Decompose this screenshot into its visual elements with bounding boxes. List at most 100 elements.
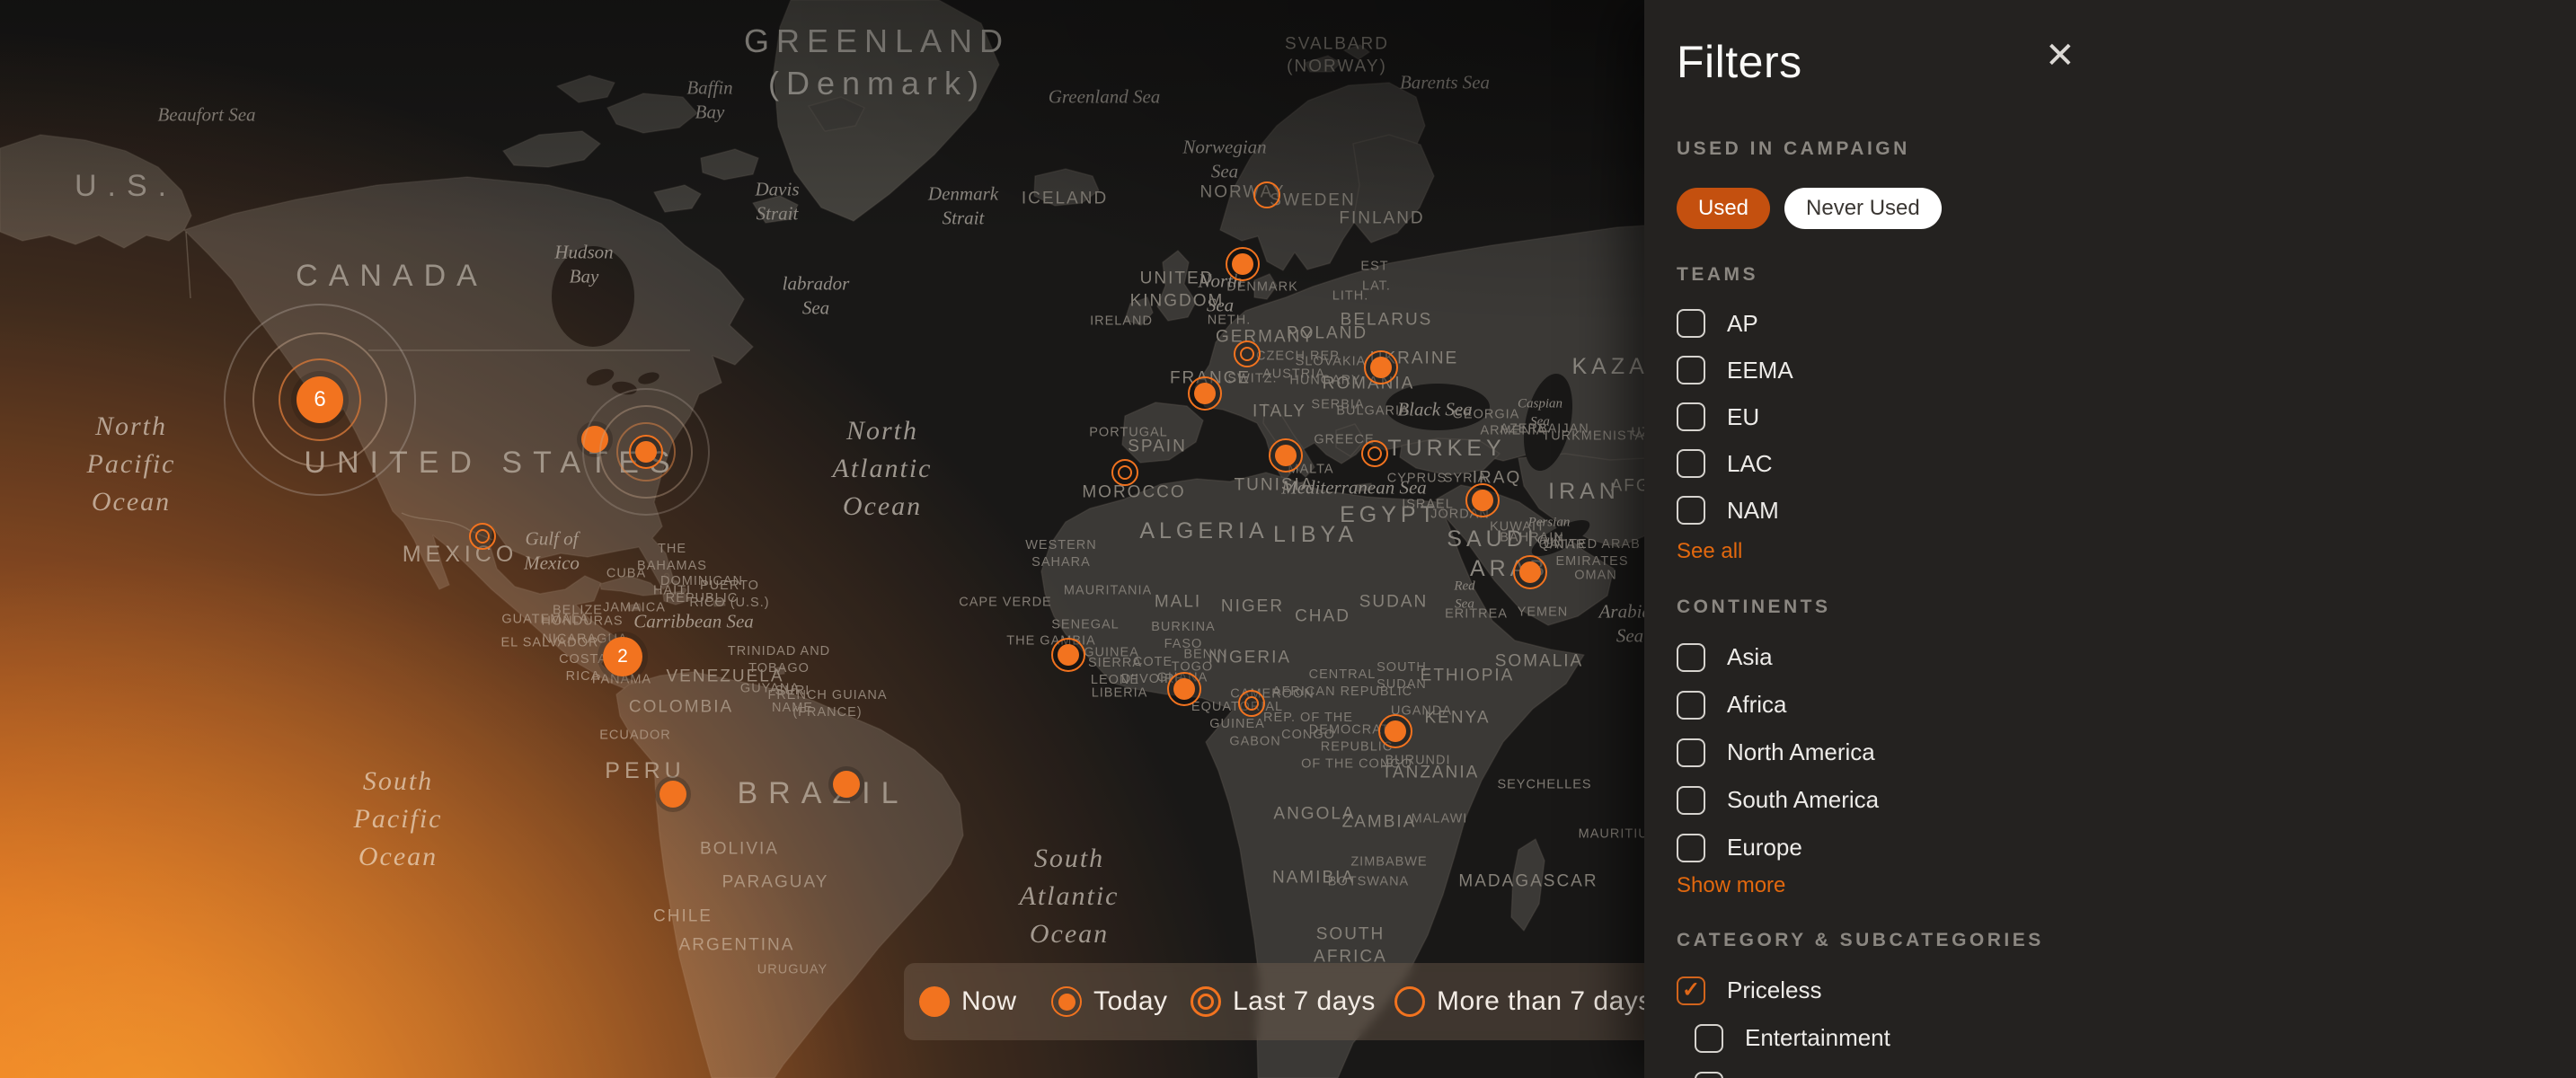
checkbox-south-america[interactable] bbox=[1677, 785, 1705, 815]
checkbox-europe[interactable] bbox=[1677, 833, 1705, 862]
section-continents: CONTINENTS bbox=[1677, 596, 1831, 617]
checkbox-row: Priceless bbox=[1677, 967, 1890, 1014]
category-list: Priceless Entertainment bbox=[1677, 967, 1890, 1078]
checkbox-label: EU bbox=[1727, 402, 1760, 430]
map-marker-today[interactable] bbox=[1378, 714, 1412, 748]
checkbox-row: AP bbox=[1677, 300, 1793, 347]
marker-dot bbox=[629, 435, 663, 469]
checkbox-row-partial bbox=[1695, 1062, 1890, 1078]
marker-dot bbox=[1238, 690, 1265, 717]
checkbox-asia[interactable] bbox=[1677, 642, 1705, 672]
checkbox-row: Entertainment bbox=[1695, 1014, 1890, 1062]
map-marker-today[interactable] bbox=[1167, 672, 1201, 706]
map-marker-today[interactable] bbox=[582, 388, 710, 516]
legend-label: Today bbox=[1093, 986, 1168, 1016]
section-teams: TEAMS bbox=[1677, 264, 1758, 285]
map-marker-cluster-2[interactable]: 2 bbox=[603, 637, 642, 676]
map-marker-today[interactable] bbox=[1226, 247, 1260, 281]
marker-dot bbox=[1188, 376, 1222, 411]
checkbox-africa[interactable] bbox=[1677, 690, 1705, 720]
checkbox-label: Africa bbox=[1727, 691, 1787, 718]
close-icon[interactable]: ✕ bbox=[2045, 38, 2076, 74]
checkbox-row: South America bbox=[1677, 776, 1879, 824]
map-marker-today[interactable] bbox=[1269, 438, 1303, 473]
map-marker-today[interactable] bbox=[1188, 376, 1222, 411]
checkbox-ap[interactable] bbox=[1677, 309, 1705, 338]
map-marker-now[interactable] bbox=[833, 771, 860, 798]
map-marker-last7[interactable] bbox=[1238, 690, 1265, 717]
chip-used[interactable]: Used bbox=[1677, 188, 1771, 229]
checkbox-label: Asia bbox=[1727, 643, 1773, 670]
filters-title: Filters bbox=[1677, 37, 1802, 87]
map-marker-last7[interactable] bbox=[1361, 440, 1388, 467]
legend-item-today: Today bbox=[1051, 986, 1168, 1017]
checkbox-label: Priceless bbox=[1727, 976, 1822, 1003]
checkbox-eema[interactable] bbox=[1677, 356, 1705, 384]
map-marker-last7[interactable] bbox=[469, 523, 496, 550]
checkbox-row: EEMA bbox=[1677, 347, 1793, 393]
map-marker-today[interactable] bbox=[1465, 483, 1500, 517]
checkbox-row: EU bbox=[1677, 393, 1793, 440]
map-marker-last7[interactable] bbox=[1234, 340, 1261, 367]
cluster-count: 2 bbox=[603, 637, 642, 676]
marker-dot bbox=[1051, 638, 1085, 672]
map-legend: Now Today Last 7 days More than 7 days ago bbox=[904, 963, 1707, 1040]
checkbox-row: Europe bbox=[1677, 824, 1879, 871]
chip-never-used[interactable]: Never Used bbox=[1784, 188, 1942, 229]
marker-dot bbox=[833, 771, 860, 798]
marker-dot bbox=[1513, 555, 1547, 589]
marker-dot bbox=[659, 781, 686, 808]
legend-now-icon bbox=[919, 986, 950, 1017]
checkbox-entertainment[interactable] bbox=[1695, 1023, 1723, 1053]
marker-dot bbox=[1364, 350, 1398, 384]
legend-item-last7: Last 7 days bbox=[1191, 986, 1376, 1017]
checkbox-label: North America bbox=[1727, 738, 1875, 765]
checkbox-label: AP bbox=[1727, 309, 1758, 337]
marker-dot bbox=[581, 426, 608, 453]
section-category: CATEGORY & SUBCATEGORIES bbox=[1677, 930, 2044, 950]
checkbox-row: NAM bbox=[1677, 487, 1793, 534]
checkbox-partial[interactable] bbox=[1695, 1071, 1723, 1078]
legend-today-icon bbox=[1051, 986, 1082, 1017]
checkbox-row: LAC bbox=[1677, 440, 1793, 487]
map-marker-today[interactable] bbox=[1364, 350, 1398, 384]
section-used-in-campaign: USED IN CAMPAIGN bbox=[1677, 138, 1910, 159]
filters-panel: Filters ✕ USED IN CAMPAIGN Used Never Use… bbox=[1644, 0, 2576, 1078]
legend-label: Last 7 days bbox=[1233, 986, 1376, 1016]
checkbox-lac[interactable] bbox=[1677, 449, 1705, 478]
checkbox-label: EEMA bbox=[1727, 356, 1793, 384]
app-root: { "colors": { "accent": "#f2731f", "chip… bbox=[0, 0, 2576, 1078]
checkbox-priceless[interactable] bbox=[1677, 976, 1705, 1005]
checkbox-label: LAC bbox=[1727, 449, 1773, 477]
teams-list: AP EEMA EU LAC NAM bbox=[1677, 300, 1793, 534]
marker-dot bbox=[1361, 440, 1388, 467]
continents-show-more-link[interactable]: Show more bbox=[1677, 873, 1785, 898]
campaign-chips: Used Never Used bbox=[1677, 188, 1942, 229]
teams-see-all-link[interactable]: See all bbox=[1677, 539, 1742, 564]
legend-label: Now bbox=[961, 986, 1017, 1016]
checkbox-north-america[interactable] bbox=[1677, 738, 1705, 767]
marker-dot bbox=[1465, 483, 1500, 517]
map-marker-last7[interactable] bbox=[1111, 459, 1138, 486]
marker-dot bbox=[1253, 181, 1280, 208]
checkbox-label: NAM bbox=[1727, 496, 1779, 524]
marker-dot bbox=[1234, 340, 1261, 367]
legend-last7-icon bbox=[1191, 986, 1221, 1017]
map-marker-cluster-6[interactable]: 6 bbox=[224, 304, 416, 496]
checkbox-eu[interactable] bbox=[1677, 402, 1705, 431]
legend-more7-icon bbox=[1394, 986, 1425, 1017]
map-marker-now[interactable] bbox=[581, 426, 608, 453]
cluster-count: 6 bbox=[297, 376, 343, 423]
map-marker-today[interactable] bbox=[1513, 555, 1547, 589]
checkbox-row: Africa bbox=[1677, 681, 1879, 729]
checkbox-nam[interactable] bbox=[1677, 496, 1705, 525]
checkbox-label: Entertainment bbox=[1745, 1024, 1890, 1051]
map-marker-today[interactable] bbox=[1051, 638, 1085, 672]
marker-dot bbox=[1269, 438, 1303, 473]
map-marker-more7[interactable] bbox=[1253, 181, 1280, 208]
marker-dot bbox=[1167, 672, 1201, 706]
marker-dot bbox=[469, 523, 496, 550]
checkbox-label: South America bbox=[1727, 786, 1880, 813]
map-marker-now[interactable] bbox=[659, 781, 686, 808]
checkbox-label: Europe bbox=[1727, 834, 1802, 861]
